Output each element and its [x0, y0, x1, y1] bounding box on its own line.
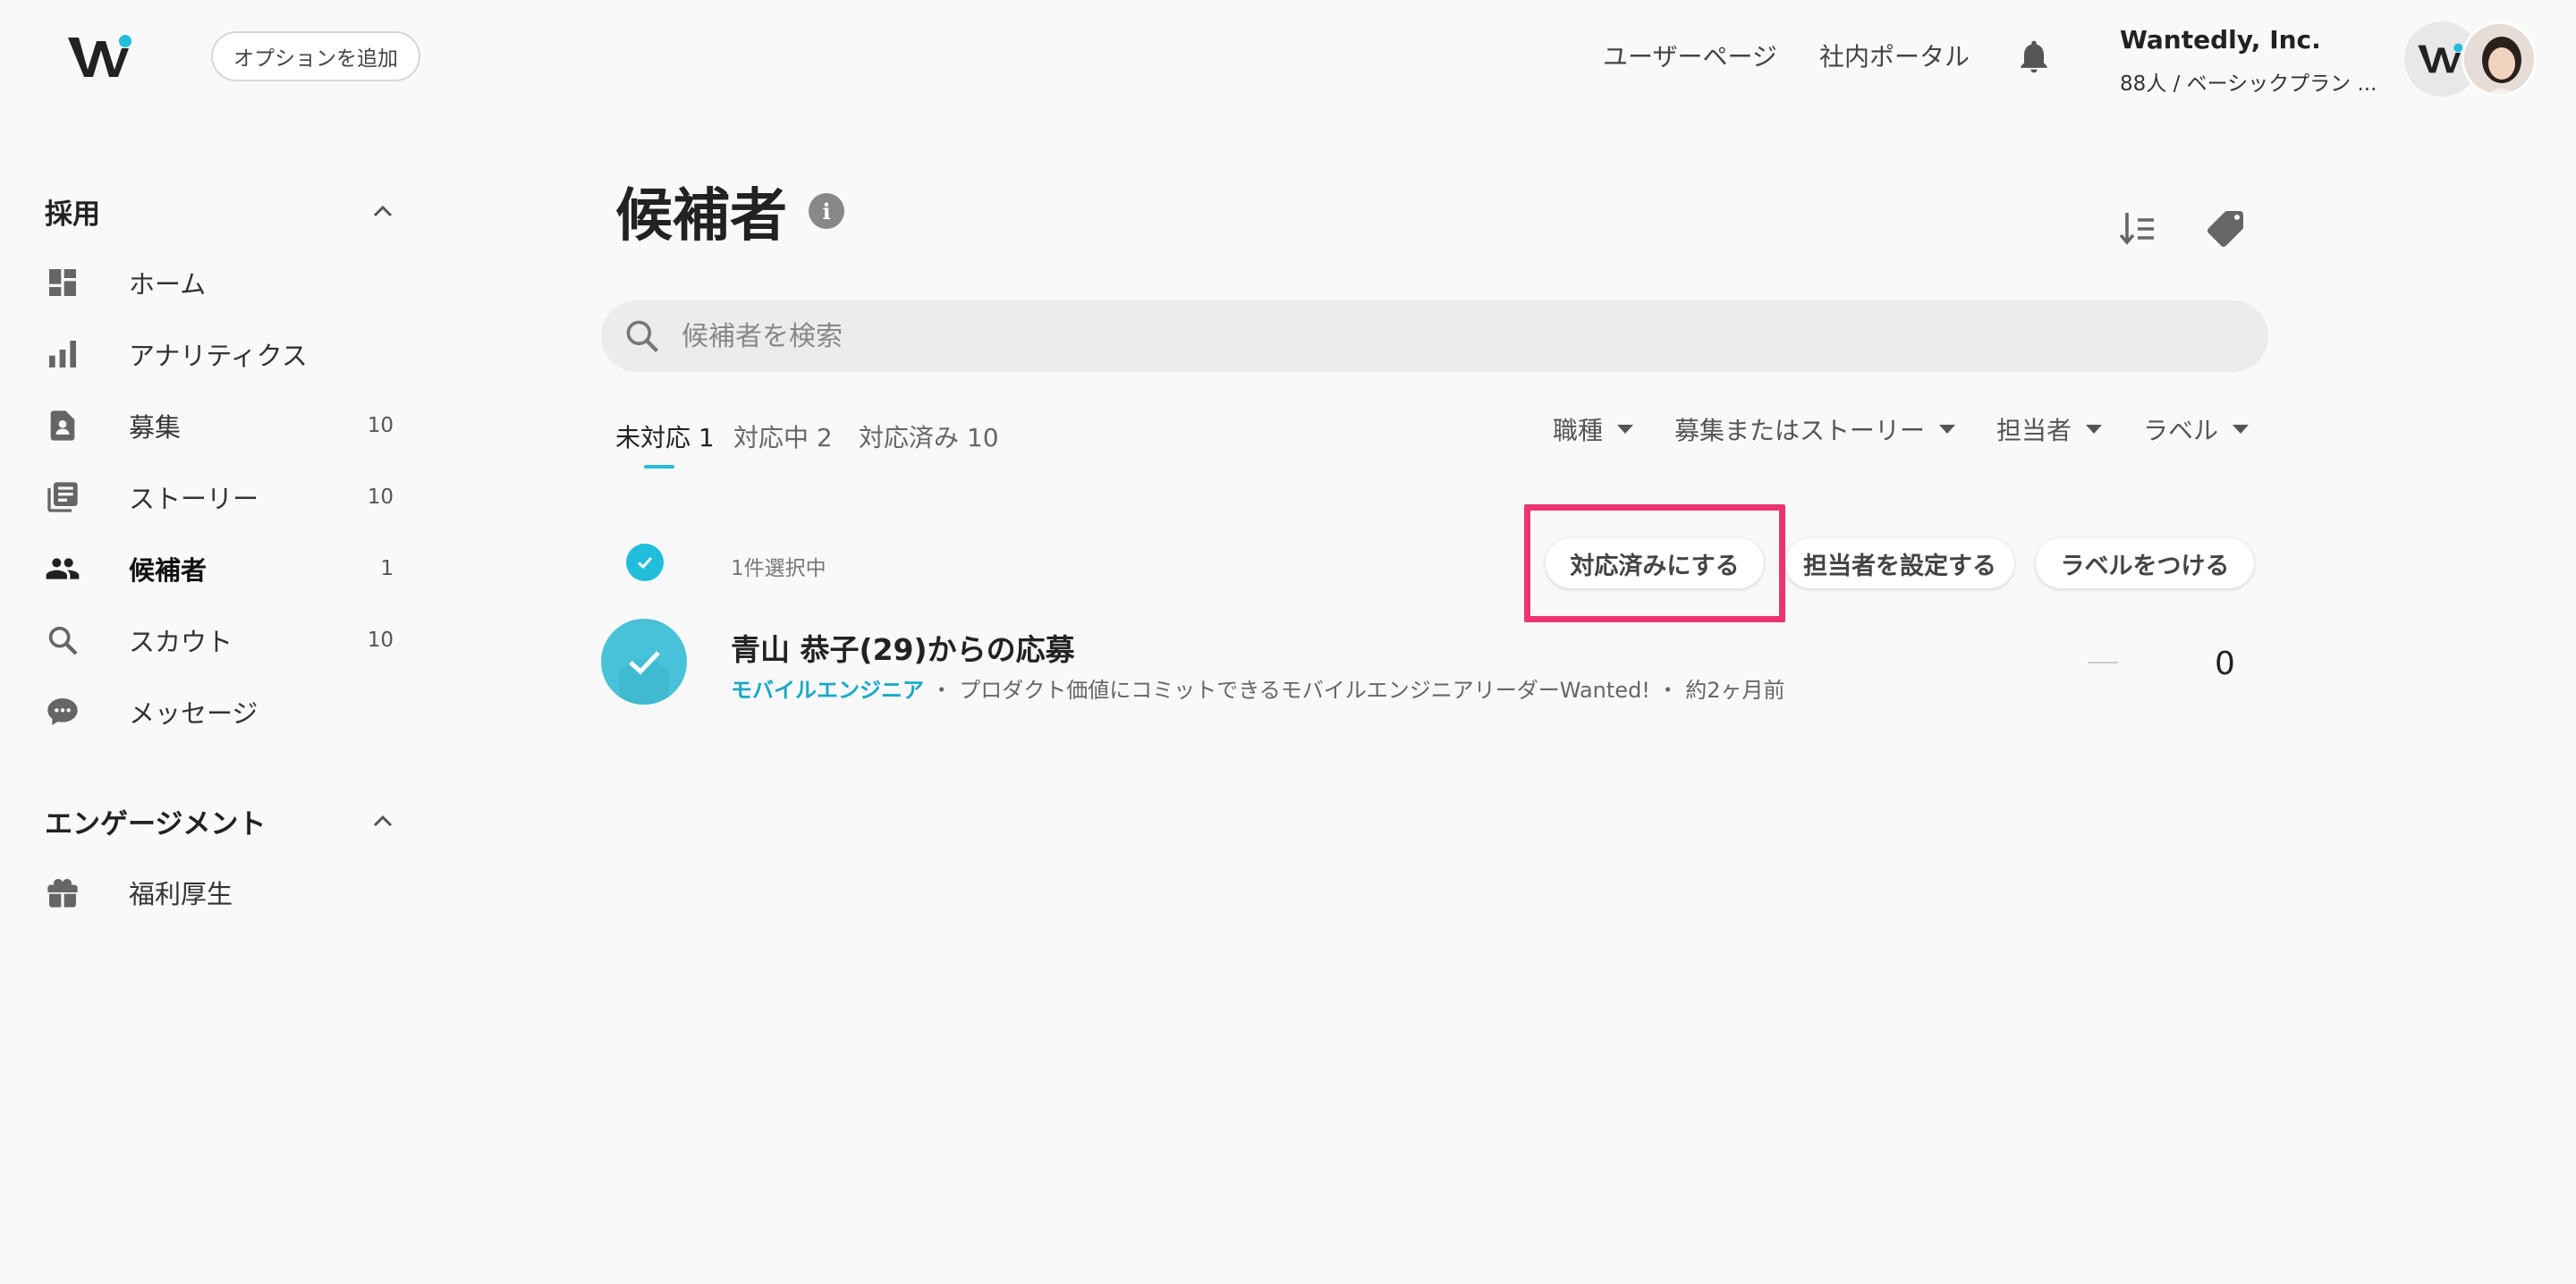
sidebar-item-label: スカウト [129, 627, 233, 657]
sidebar-item-analytics[interactable]: アナリティクス [45, 327, 394, 381]
chevron-up-icon[interactable] [372, 204, 394, 218]
check-icon [637, 556, 653, 570]
user-avatar[interactable] [2462, 21, 2537, 97]
stories-icon [45, 479, 80, 515]
plan-info: 88人 / ベーシックプラン ... [2120, 72, 2377, 96]
wantedly-logo[interactable] [66, 32, 138, 82]
status-dash [2088, 662, 2118, 663]
set-assignee-button[interactable]: 担当者を設定する [1785, 538, 2014, 588]
chevron-up-icon[interactable] [372, 814, 394, 828]
sidebar-item-label: ストーリー [129, 484, 259, 514]
caret-down-icon [2086, 425, 2103, 434]
page-title: 候補者 [615, 183, 787, 249]
active-tab-indicator [644, 465, 674, 469]
sidebar-item-messages[interactable]: メッセージ [45, 685, 394, 739]
candidate-time: 約2ヶ月前 [1685, 678, 1785, 703]
select-all-checkbox[interactable] [626, 544, 664, 581]
separator: ・ [1649, 678, 1686, 703]
sidebar-item-label: ホーム [129, 269, 207, 300]
sidebar-item-count: 10 [367, 629, 394, 652]
filter-label-tag[interactable]: ラベル [2143, 411, 2250, 447]
chat-bubble-icon [45, 694, 80, 730]
company-name[interactable]: Wantedly, Inc. [2120, 25, 2321, 55]
selection-count: 1件選択中 [731, 557, 826, 580]
tab-done[interactable]: 対応済み 10 [859, 418, 999, 454]
filter-label: 募集またはストーリー [1674, 416, 1926, 445]
dashboard-icon [45, 265, 80, 300]
search-bar[interactable] [601, 300, 2268, 372]
filter-label: ラベル [2143, 416, 2219, 445]
candidate-meta: モバイルエンジニア ・ プロダクト価値にコミットできるモバイルエンジニアリーダー… [731, 672, 1784, 704]
search-icon [626, 320, 659, 353]
sidebar-item-label: 福利厚生 [129, 879, 233, 909]
caret-down-icon [1939, 425, 1956, 434]
filter-job-type[interactable]: 職種 [1553, 411, 1634, 447]
sidebar-item-stories[interactable]: ストーリー 10 [45, 470, 394, 524]
sidebar-item-scout[interactable]: スカウト 10 [45, 613, 394, 667]
sidebar-item-home[interactable]: ホーム [45, 256, 394, 309]
sidebar-item-candidates[interactable]: 候補者 1 [45, 542, 394, 596]
sidebar-item-count: 10 [367, 414, 394, 437]
search-icon [45, 622, 80, 658]
candidate-job-link[interactable]: モバイルエンジニア [731, 678, 924, 703]
caret-down-icon [1617, 425, 1634, 434]
label-tag-icon[interactable] [2204, 207, 2247, 250]
info-icon[interactable]: i [809, 193, 844, 229]
candidate-avatar-selected[interactable] [601, 619, 687, 705]
internal-portal-link[interactable]: 社内ポータル [1819, 38, 1970, 73]
top-header: オプションを追加 ユーザーページ 社内ポータル Wantedly, Inc. 8… [0, 0, 2576, 114]
add-label-button[interactable]: ラベルをつける [2036, 538, 2254, 588]
user-page-link[interactable]: ユーザーページ [1603, 38, 1777, 73]
add-option-button[interactable]: オプションを追加 [211, 31, 420, 81]
sidebar-item-label: アナリティクス [129, 341, 308, 371]
filter-label: 担当者 [1996, 416, 2072, 445]
sidebar-item-label: 募集 [129, 412, 182, 443]
search-input[interactable] [682, 300, 2202, 372]
tab-unhandled[interactable]: 未対応 1 [615, 418, 715, 454]
filter-label: 職種 [1553, 416, 1604, 445]
tab-in-progress[interactable]: 対応中 2 [733, 418, 833, 454]
job-document-icon [45, 408, 80, 443]
people-icon [45, 551, 80, 587]
filter-assignee[interactable]: 担当者 [1996, 411, 2103, 447]
candidate-job-description: プロダクト価値にコミットできるモバイルエンジニアリーダーWanted! [959, 678, 1650, 703]
caret-down-icon [2233, 425, 2250, 434]
sidebar-item-label: 候補者 [129, 555, 208, 586]
candidate-title[interactable]: 青山 恭子(29)からの応募 [731, 626, 1075, 669]
check-icon [601, 619, 687, 705]
sidebar-section-recruit[interactable]: 採用 [45, 191, 100, 232]
bell-icon[interactable] [2014, 36, 2054, 77]
sort-icon[interactable] [2116, 207, 2159, 250]
sidebar-item-jobs[interactable]: 募集 10 [45, 399, 394, 452]
sidebar-item-benefits[interactable]: 福利厚生 [45, 866, 394, 919]
gift-icon [45, 874, 80, 910]
filter-job-or-story[interactable]: 募集またはストーリー [1674, 411, 1956, 447]
candidate-count: 0 [2215, 646, 2235, 682]
highlight-annotation [1524, 504, 1785, 622]
sidebar-section-engagement[interactable]: エンゲージメント [45, 801, 266, 841]
sidebar-item-count: 10 [367, 486, 394, 509]
bar-chart-icon [45, 336, 80, 372]
separator: ・ [924, 678, 960, 703]
sidebar-item-label: メッセージ [129, 698, 258, 729]
sidebar-item-count: 1 [380, 557, 394, 580]
